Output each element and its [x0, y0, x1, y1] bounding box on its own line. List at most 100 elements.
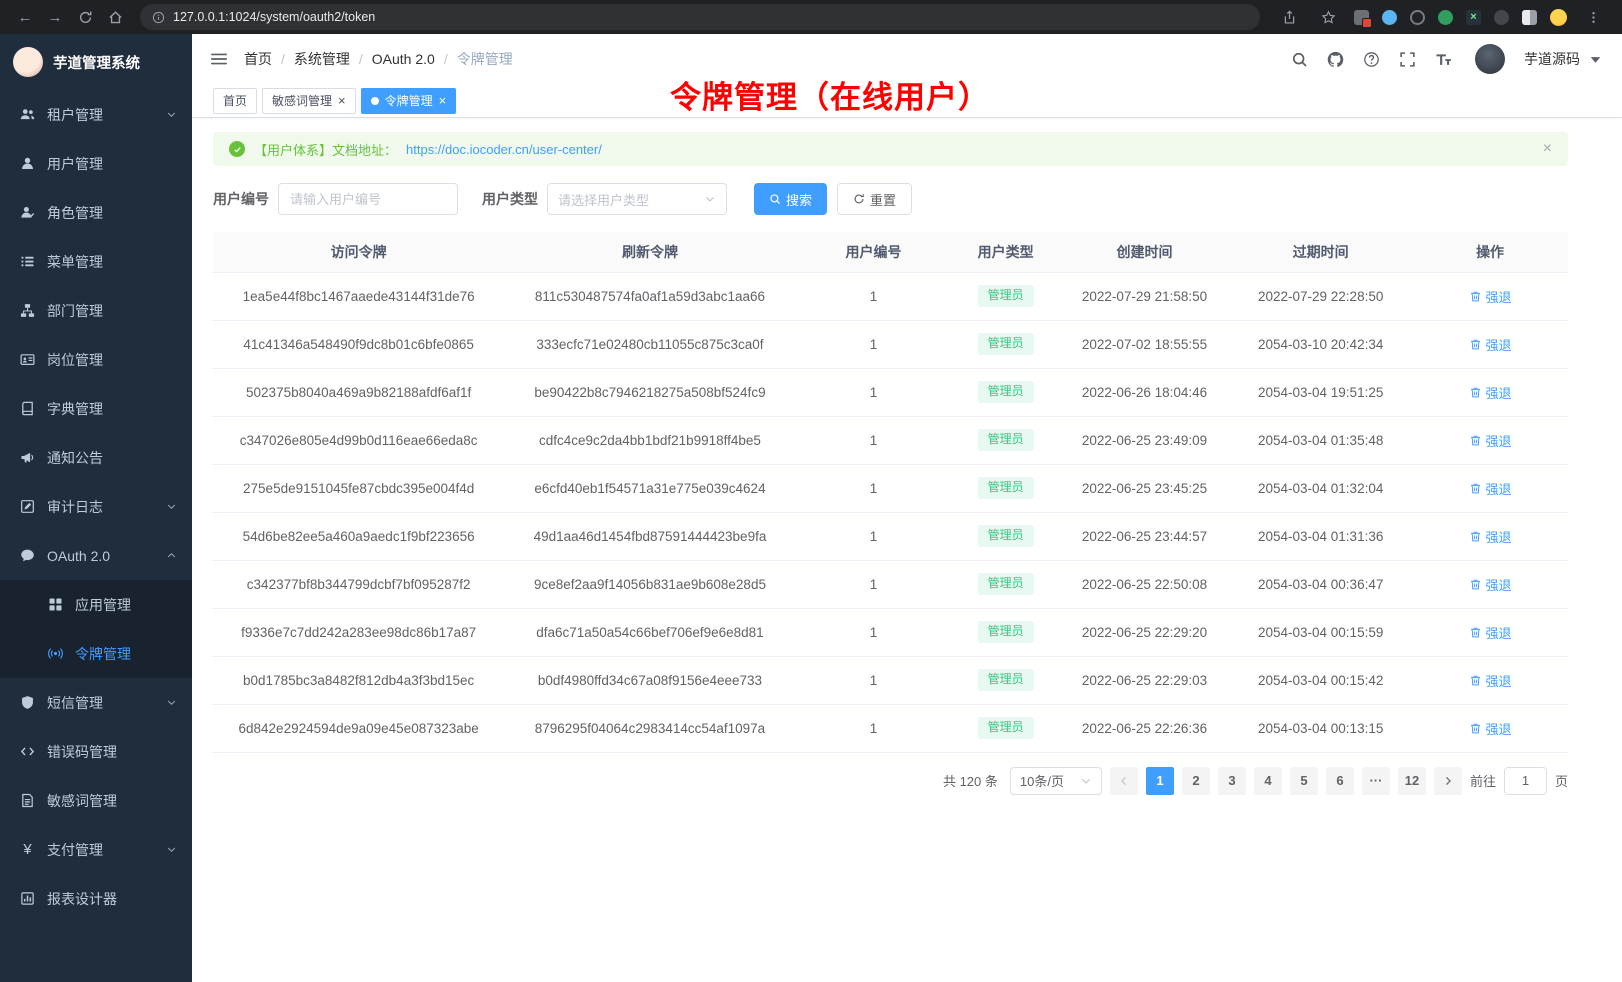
- force-logout-button[interactable]: 强退: [1469, 431, 1512, 450]
- force-logout-button[interactable]: 强退: [1469, 575, 1512, 594]
- sidebar-item-oauth2[interactable]: OAuth 2.0: [0, 531, 192, 580]
- close-icon[interactable]: ×: [338, 94, 346, 107]
- page-button-1[interactable]: 1: [1146, 767, 1174, 795]
- force-logout-button[interactable]: 强退: [1469, 287, 1512, 306]
- access-token-cell: c342377bf8b344799dcbf7bf095287f2: [213, 560, 504, 608]
- create-time-cell: 2022-06-26 18:04:46: [1060, 368, 1229, 416]
- sidebar-item-post[interactable]: 岗位管理: [0, 335, 192, 384]
- reload-icon[interactable]: [72, 4, 98, 30]
- page-size-select[interactable]: 10条/页: [1010, 767, 1102, 795]
- breadcrumb-item[interactable]: 系统管理: [294, 49, 350, 69]
- user-avatar[interactable]: [1475, 44, 1505, 74]
- shield-icon: [19, 695, 36, 710]
- extension-icon[interactable]: [1466, 10, 1481, 25]
- user-type-badge: 管理员: [978, 621, 1034, 643]
- delete-icon: [1469, 674, 1482, 687]
- logo[interactable]: 芋道管理系统: [0, 34, 192, 90]
- action-cell: 强退: [1412, 560, 1568, 608]
- force-logout-button[interactable]: 强退: [1469, 719, 1512, 738]
- tab-token[interactable]: 令牌管理×: [361, 88, 457, 114]
- search-button[interactable]: 搜索: [754, 183, 827, 215]
- access-token-cell: 54d6be82ee5a460a9aedc1f9bf223656: [213, 512, 504, 560]
- force-logout-button[interactable]: 强退: [1469, 623, 1512, 642]
- page-button-5[interactable]: 5: [1290, 767, 1318, 795]
- home-icon[interactable]: [102, 4, 128, 30]
- force-logout-button[interactable]: 强退: [1469, 527, 1512, 546]
- next-page-button[interactable]: [1434, 767, 1462, 795]
- sidebar-item-error-code[interactable]: 错误码管理: [0, 727, 192, 776]
- prev-page-button[interactable]: [1110, 767, 1138, 795]
- user-type-select[interactable]: 请选择用户类型: [547, 183, 727, 215]
- access-token-cell: c347026e805e4d99b0d116eae66eda8c: [213, 416, 504, 464]
- tab-home[interactable]: 首页: [213, 88, 257, 114]
- reset-button[interactable]: 重置: [837, 183, 912, 215]
- info-icon[interactable]: [152, 11, 165, 24]
- sidebar-item-oauth2-token[interactable]: 令牌管理: [0, 629, 192, 678]
- page-button-2[interactable]: 2: [1182, 767, 1210, 795]
- sidebar-item-oauth2-app[interactable]: 应用管理: [0, 580, 192, 629]
- extension-icon[interactable]: [1382, 10, 1397, 25]
- sidebar-item-menu[interactable]: 菜单管理: [0, 237, 192, 286]
- fontsize-icon[interactable]: [1435, 51, 1452, 68]
- close-icon[interactable]: ×: [1543, 141, 1552, 157]
- page-button-3[interactable]: 3: [1218, 767, 1246, 795]
- hamburger-icon[interactable]: [210, 50, 228, 68]
- extension-icon[interactable]: [1522, 10, 1537, 25]
- share-icon[interactable]: [1276, 4, 1302, 30]
- force-logout-button[interactable]: 强退: [1469, 671, 1512, 690]
- sidebar-item-sensitive-word[interactable]: 敏感词管理: [0, 776, 192, 825]
- force-logout-button[interactable]: 强退: [1469, 383, 1512, 402]
- sidebar-item-dict[interactable]: 字典管理: [0, 384, 192, 433]
- sidebar-item-pay[interactable]: ¥支付管理: [0, 825, 192, 874]
- extension-icon[interactable]: [1494, 10, 1509, 25]
- sidebar-item-label: 岗位管理: [47, 350, 103, 370]
- sidebar-item-user[interactable]: 用户管理: [0, 139, 192, 188]
- extension-icon[interactable]: [1438, 10, 1453, 25]
- user-type-cell: 管理员: [951, 704, 1059, 752]
- close-icon[interactable]: ×: [439, 94, 447, 107]
- tab-sensitive-word[interactable]: 敏感词管理×: [262, 88, 356, 114]
- sidebar-item-sms[interactable]: 短信管理: [0, 678, 192, 727]
- user-type-badge: 管理员: [978, 573, 1034, 595]
- breadcrumb-item[interactable]: OAuth 2.0: [372, 51, 435, 67]
- url-bar[interactable]: 127.0.0.1:1024/system/oauth2/token: [140, 4, 1260, 30]
- forward-icon[interactable]: →: [42, 4, 68, 30]
- page-button-4[interactable]: 4: [1254, 767, 1282, 795]
- sidebar-item-dept[interactable]: 部门管理: [0, 286, 192, 335]
- star-icon[interactable]: [1315, 4, 1341, 30]
- alert-link[interactable]: https://doc.iocoder.cn/user-center/: [406, 142, 602, 157]
- force-logout-label: 强退: [1486, 431, 1512, 450]
- user-id-input[interactable]: [278, 183, 458, 215]
- page-button-6[interactable]: 6: [1326, 767, 1354, 795]
- sidebar-menu: 租户管理用户管理角色管理菜单管理部门管理岗位管理字典管理通知公告审计日志OAut…: [0, 90, 192, 982]
- back-icon[interactable]: ←: [12, 4, 38, 30]
- access-token-cell: 275e5de9151045fe87cbdc395e004f4d: [213, 464, 504, 512]
- force-logout-button[interactable]: 强退: [1469, 479, 1512, 498]
- user-name[interactable]: 芋道源码: [1524, 49, 1580, 69]
- sidebar-item-report-designer[interactable]: 报表设计器: [0, 874, 192, 923]
- sidebar-item-tenant[interactable]: 租户管理: [0, 90, 192, 139]
- create-time-cell: 2022-06-25 22:50:08: [1060, 560, 1229, 608]
- caret-down-icon[interactable]: [1587, 51, 1604, 68]
- table-row: 275e5de9151045fe87cbdc395e004f4de6cfd40e…: [213, 464, 1568, 512]
- sidebar-item-notice[interactable]: 通知公告: [0, 433, 192, 482]
- sidebar-item-label: 令牌管理: [75, 644, 131, 664]
- action-cell: 强退: [1412, 464, 1568, 512]
- github-icon[interactable]: [1327, 51, 1344, 68]
- page-ellipsis[interactable]: ···: [1362, 767, 1390, 795]
- search-icon[interactable]: [1291, 51, 1308, 68]
- profile-avatar[interactable]: [1550, 9, 1567, 26]
- breadcrumb-item[interactable]: 首页: [244, 49, 272, 69]
- extension-icon[interactable]: [1410, 10, 1425, 25]
- user-type-badge: 管理员: [978, 477, 1034, 499]
- question-icon[interactable]: [1363, 51, 1380, 68]
- goto-page-input[interactable]: [1504, 767, 1547, 795]
- user-id-cell: 1: [796, 464, 952, 512]
- menu-dots-icon[interactable]: [1580, 4, 1606, 30]
- page-button-12[interactable]: 12: [1398, 767, 1426, 795]
- sidebar-item-audit-log[interactable]: 审计日志: [0, 482, 192, 531]
- sidebar-item-role[interactable]: 角色管理: [0, 188, 192, 237]
- fullscreen-icon[interactable]: [1399, 51, 1416, 68]
- force-logout-button[interactable]: 强退: [1469, 335, 1512, 354]
- extension-icon[interactable]: [1354, 10, 1369, 25]
